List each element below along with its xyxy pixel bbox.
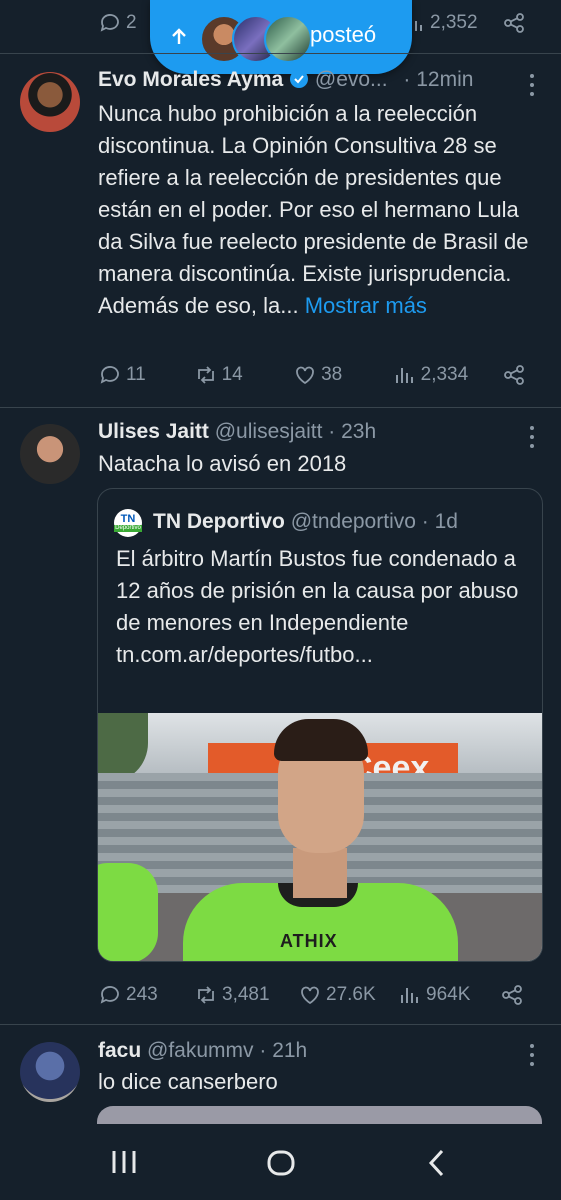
system-nav-bar [0, 1124, 561, 1200]
retweet-button[interactable]: 3,481 [194, 983, 298, 1007]
quote-time: · 1d [421, 510, 458, 533]
tweet-time: · 23h [328, 420, 377, 443]
author-handle[interactable]: @evo... [315, 68, 388, 91]
show-more-link[interactable]: Mostrar más [305, 293, 427, 318]
reply-count: 2 [126, 12, 137, 33]
avatar[interactable] [20, 72, 80, 132]
like-count: 38 [321, 364, 343, 385]
tweet-header: Ulises Jaitt @ulisesjaitt · 23h [98, 418, 376, 446]
quote-image[interactable]: Ceex ATHIX [98, 713, 542, 961]
share-button[interactable] [502, 11, 528, 35]
quote-text: El árbitro Martín Bustos fue condenado a… [116, 546, 519, 667]
tweet-header: Evo Morales Ayma @evo... · 12min [98, 66, 473, 94]
like-button[interactable]: 27.6K [298, 983, 398, 1007]
share-icon [504, 13, 524, 33]
quote-author-name: TN Deportivo [153, 510, 285, 533]
image-neck [293, 848, 347, 898]
retweet-button[interactable]: 14 [194, 363, 294, 387]
jersey-text: ATHIX [280, 931, 338, 951]
like-button[interactable]: 38 [293, 363, 393, 387]
tweet-header: facu @fakummv · 21h [98, 1037, 307, 1065]
share-button[interactable] [502, 363, 528, 387]
retweet-count: 14 [221, 364, 243, 385]
quote-header: TN Deportivo @tndeportivo · 1d [153, 508, 458, 536]
author-name[interactable]: facu [98, 1039, 141, 1062]
home-icon[interactable] [265, 1147, 297, 1179]
views-count: 2,334 [420, 364, 469, 385]
quote-author-handle: @tndeportivo [290, 510, 416, 533]
divider [0, 53, 561, 54]
tweet-time: · 12min [403, 68, 474, 91]
tn-logo-subtext: Deportivo [114, 525, 142, 532]
tweet-text: Nunca hubo prohibición a la reelección d… [98, 98, 543, 322]
arrow-up-icon [172, 28, 186, 44]
avatar[interactable] [20, 1042, 80, 1102]
author-handle[interactable]: @ulisesjaitt [215, 420, 323, 443]
heart-icon [301, 986, 319, 1005]
heart-icon [296, 366, 314, 385]
image-hair [274, 719, 368, 761]
quoted-tweet[interactable]: TN Deportivo TN Deportivo @tndeportivo ·… [97, 488, 543, 962]
reply-count: 243 [126, 984, 158, 1005]
author-name[interactable]: Ulises Jaitt [98, 420, 209, 443]
views-button[interactable]: 2,352 [402, 11, 502, 35]
more-options-icon[interactable] [522, 72, 542, 98]
tweet-actions: 243 3,481 27.6K 964K [98, 980, 528, 1010]
divider [0, 1024, 561, 1025]
reply-button[interactable]: 11 [98, 363, 194, 387]
views-icon [395, 368, 413, 383]
tn-logo-avatar: TN Deportivo [114, 509, 142, 537]
retweet-icon [198, 986, 214, 1004]
avatar[interactable] [20, 424, 80, 484]
reply-button[interactable]: 243 [98, 983, 194, 1007]
tweet-actions: 11 14 38 2,334 [98, 360, 528, 390]
recent-apps-icon[interactable] [108, 1148, 140, 1176]
verified-badge-icon [290, 70, 309, 88]
tweet-body: lo dice canserbero [98, 1069, 278, 1094]
back-icon[interactable] [425, 1148, 449, 1178]
share-icon [504, 365, 525, 385]
views-count: 2,352 [430, 12, 478, 33]
share-button[interactable] [500, 983, 526, 1007]
new-posts-pill[interactable]: posteó [150, 0, 412, 74]
views-count: 964K [426, 984, 471, 1005]
pill-avatar-3 [264, 15, 312, 63]
more-options-icon[interactable] [522, 424, 542, 450]
reply-icon [100, 366, 119, 384]
reply-count: 11 [126, 364, 146, 385]
tweet-body: Natacha lo avisó en 2018 [98, 451, 347, 476]
author-name[interactable]: Evo Morales Ayma [98, 68, 283, 91]
more-options-icon[interactable] [522, 1042, 542, 1068]
reply-icon [100, 14, 119, 32]
tn-logo-text: TN [120, 513, 136, 525]
image-left-player [98, 863, 158, 961]
retweet-count: 3,481 [222, 984, 270, 1005]
tweet-time: · 21h [259, 1039, 308, 1062]
author-handle[interactable]: @fakummv [147, 1039, 254, 1062]
views-button[interactable]: 964K [398, 983, 500, 1007]
retweet-icon [197, 366, 214, 384]
views-icon [401, 988, 418, 1003]
like-count: 27.6K [326, 984, 376, 1005]
share-icon [502, 985, 522, 1005]
reply-icon [100, 986, 119, 1004]
new-posts-label: posteó [310, 22, 377, 47]
views-button[interactable]: 2,334 [393, 363, 502, 387]
tweet-body: Nunca hubo prohibición a la reelección d… [98, 101, 529, 318]
divider [0, 407, 561, 408]
